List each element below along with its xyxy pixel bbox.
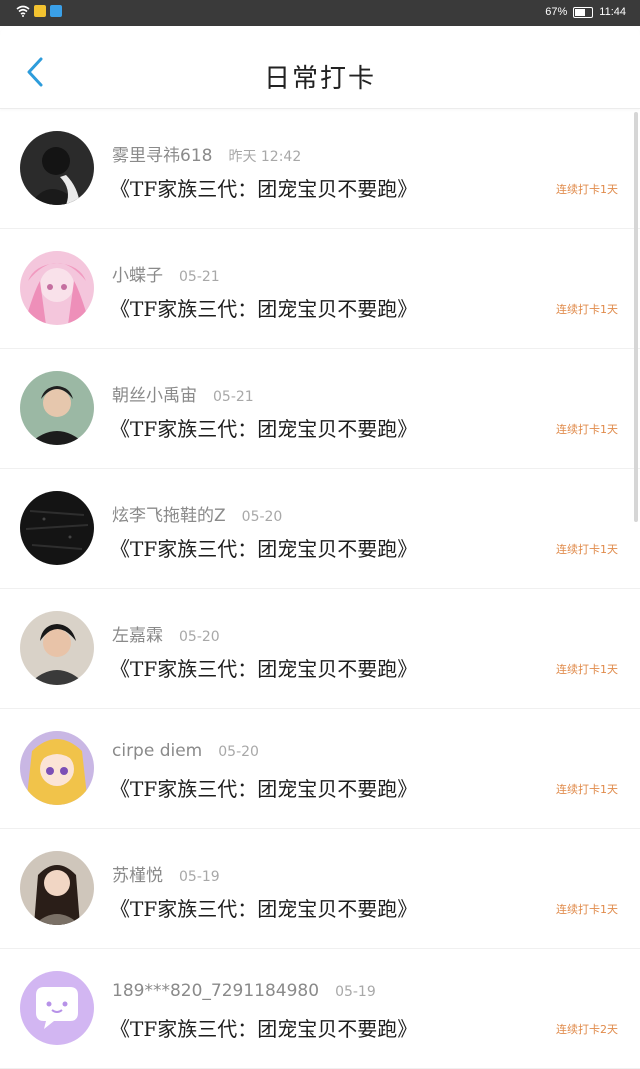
- page-title: 日常打卡: [263, 64, 376, 94]
- avatar[interactable]: [20, 851, 94, 925]
- list-item[interactable]: 炫李飞拖鞋的Z 05-20 《TF家族三代：团宠宝贝不要跑》 连续打卡1天: [0, 469, 640, 589]
- avatar-image: [20, 611, 94, 685]
- streak-badge: 连续打卡1天: [556, 183, 618, 196]
- avatar[interactable]: [20, 611, 94, 685]
- checkin-content: 《TF家族三代：团宠宝贝不要跑》: [110, 537, 418, 561]
- avatar[interactable]: [20, 251, 94, 325]
- avatar-image: [20, 491, 94, 565]
- list-item[interactable]: 雾里寻祎618 昨天 12:42 《TF家族三代：团宠宝贝不要跑》 连续打卡1天: [0, 109, 640, 229]
- checkin-date: 05-21: [213, 389, 254, 405]
- list-item[interactable]: 苏槿悦 05-19 《TF家族三代：团宠宝贝不要跑》 连续打卡1天: [0, 829, 640, 949]
- list-item[interactable]: cirpe diem 05-20 《TF家族三代：团宠宝贝不要跑》 连续打卡1天: [0, 709, 640, 829]
- checkin-content: 《TF家族三代：团宠宝贝不要跑》: [110, 177, 418, 201]
- avatar[interactable]: [20, 371, 94, 445]
- app-notification-icon: [34, 5, 46, 17]
- checkin-date: 05-20: [179, 629, 220, 645]
- checkin-content: 《TF家族三代：团宠宝贝不要跑》: [110, 897, 418, 921]
- user-info: cirpe diem 05-20: [112, 741, 259, 761]
- streak-badge: 连续打卡1天: [556, 543, 618, 556]
- list-item[interactable]: 189***820_7291184980 05-19 《TF家族三代：团宠宝贝不要…: [0, 949, 640, 1069]
- username: 朝丝小禹宙: [112, 386, 197, 406]
- avatar[interactable]: [20, 131, 94, 205]
- status-right: 67% 11:44: [545, 6, 626, 18]
- avatar[interactable]: [20, 971, 94, 1045]
- checkin-list: 雾里寻祎618 昨天 12:42 《TF家族三代：团宠宝贝不要跑》 连续打卡1天 …: [0, 109, 640, 1069]
- user-info: 苏槿悦 05-19: [112, 861, 220, 886]
- user-info: 小蝶子 05-21: [112, 261, 220, 286]
- battery-fill: [575, 8, 586, 16]
- avatar-image: [20, 131, 94, 205]
- streak-badge: 连续打卡2天: [556, 1023, 618, 1036]
- username: 小蝶子: [112, 266, 163, 286]
- checkin-date: 05-19: [179, 869, 220, 885]
- streak-badge: 连续打卡1天: [556, 423, 618, 436]
- avatar-image: [20, 371, 94, 445]
- user-info: 雾里寻祎618 昨天 12:42: [112, 141, 301, 166]
- streak-badge: 连续打卡1天: [556, 663, 618, 676]
- list-item[interactable]: 左嘉霖 05-20 《TF家族三代：团宠宝贝不要跑》 连续打卡1天: [0, 589, 640, 709]
- battery-icon: [573, 6, 594, 18]
- checkin-content: 《TF家族三代：团宠宝贝不要跑》: [110, 777, 418, 801]
- user-info: 189***820_7291184980 05-19: [112, 981, 376, 1001]
- username: 左嘉霖: [112, 626, 163, 646]
- checkin-content: 《TF家族三代：团宠宝贝不要跑》: [110, 657, 418, 681]
- username: 苏槿悦: [112, 866, 163, 886]
- streak-badge: 连续打卡1天: [556, 783, 618, 796]
- shield-icon: [50, 5, 62, 17]
- avatar-image: [20, 851, 94, 925]
- status-left: [16, 5, 62, 17]
- battery-percent: 67%: [545, 6, 568, 18]
- username: 雾里寻祎618: [112, 146, 213, 166]
- avatar-image: [20, 251, 94, 325]
- checkin-content: 《TF家族三代：团宠宝贝不要跑》: [110, 297, 418, 321]
- scrollbar[interactable]: [634, 112, 638, 522]
- avatar-image: [20, 731, 94, 805]
- header: 日常打卡: [0, 26, 640, 109]
- checkin-date: 05-21: [179, 269, 220, 285]
- user-info: 炫李飞拖鞋的Z 05-20: [112, 501, 282, 526]
- checkin-date: 05-20: [218, 744, 259, 760]
- checkin-date: 05-19: [335, 984, 376, 1000]
- username: 炫李飞拖鞋的Z: [112, 506, 226, 526]
- status-bar: 67% 11:44: [0, 0, 640, 26]
- chat-bubble-icon: [20, 971, 94, 1045]
- user-info: 左嘉霖 05-20: [112, 621, 220, 646]
- checkin-date: 05-20: [241, 509, 283, 525]
- checkin-content: 《TF家族三代：团宠宝贝不要跑》: [110, 417, 418, 441]
- streak-badge: 连续打卡1天: [556, 903, 618, 916]
- list-item[interactable]: 朝丝小禹宙 05-21 《TF家族三代：团宠宝贝不要跑》 连续打卡1天: [0, 349, 640, 469]
- avatar[interactable]: [20, 731, 94, 805]
- checkin-content: 《TF家族三代：团宠宝贝不要跑》: [110, 1017, 418, 1041]
- checkin-date: 昨天 12:42: [228, 149, 302, 165]
- user-info: 朝丝小禹宙 05-21: [112, 381, 254, 406]
- username: 189***820_7291184980: [112, 981, 320, 1001]
- streak-badge: 连续打卡1天: [556, 303, 618, 316]
- status-time: 11:44: [599, 6, 626, 18]
- username: cirpe diem: [112, 741, 203, 761]
- list-item[interactable]: 小蝶子 05-21 《TF家族三代：团宠宝贝不要跑》 连续打卡1天: [0, 229, 640, 349]
- wifi-icon: [16, 5, 30, 17]
- avatar[interactable]: [20, 491, 94, 565]
